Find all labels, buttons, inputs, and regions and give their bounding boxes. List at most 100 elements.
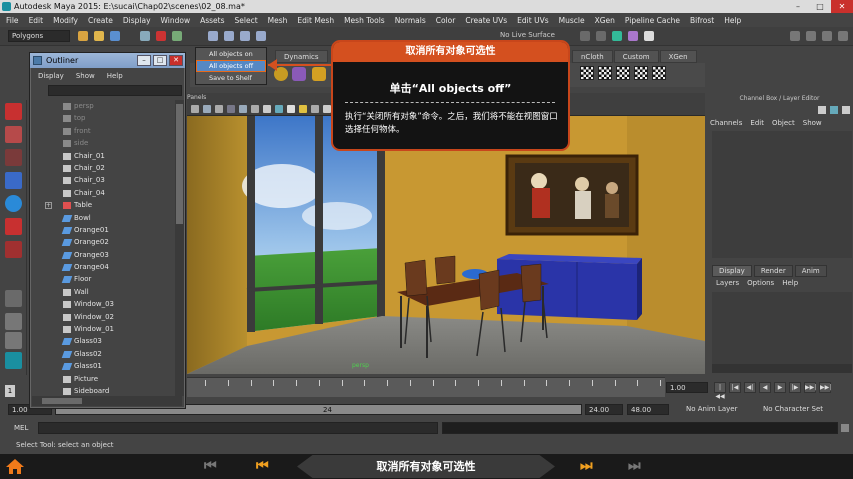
menu-edit-uvs[interactable]: Edit UVs [517,16,548,25]
snap-point-icon[interactable] [240,31,250,41]
outliner-search-field[interactable] [48,85,182,96]
viewport-tool-icon[interactable] [287,105,295,113]
playback-button[interactable]: ▶ [774,382,786,393]
last-tool-icon[interactable] [5,241,22,258]
shelf-light-icon[interactable] [312,67,326,81]
menu-edit[interactable]: Edit [29,16,44,25]
popup-item-all-objects-on[interactable]: All objects on [196,48,266,60]
menu-mesh-tools[interactable]: Mesh Tools [344,16,385,25]
menu-modify[interactable]: Modify [53,16,78,25]
paint-select-icon[interactable] [5,149,22,166]
outliner-item[interactable]: Window_02 [32,311,173,323]
viewport-tool-icon[interactable] [263,105,271,113]
popup-item-all-objects-off[interactable]: All objects off [196,60,266,72]
checker-texture-icon[interactable] [598,66,612,80]
attribute-editor-icon[interactable] [830,106,838,114]
minimize-button[interactable]: – [787,0,809,13]
outliner-item[interactable]: Floor [32,273,173,285]
move-tool-icon[interactable] [5,172,22,189]
outliner-menu-display[interactable]: Display [38,72,64,80]
current-frame-marker[interactable]: 1 [5,385,15,397]
maximize-button[interactable]: □ [809,0,831,13]
outliner-item[interactable]: Window_03 [32,298,173,310]
menu-bifrost[interactable]: Bifrost [690,16,714,25]
ipr-render-icon[interactable] [628,31,638,41]
menu-assets[interactable]: Assets [200,16,224,25]
outliner-item[interactable]: Bowl [32,212,173,224]
menu-xgen[interactable]: XGen [595,16,615,25]
two-view-icon[interactable] [5,332,22,349]
menu-select[interactable]: Select [235,16,258,25]
outliner-maximize-button[interactable]: □ [153,55,167,66]
outliner-item[interactable]: + Table [32,199,173,211]
render-settings-icon[interactable] [644,31,654,41]
menu-create-uvs[interactable]: Create UVs [465,16,507,25]
four-view-icon[interactable] [5,313,22,330]
outliner-item[interactable]: top [32,112,173,124]
layer-tab-display[interactable]: Display [712,265,752,277]
render-icon[interactable] [612,31,622,41]
anim-layer-dropdown[interactable]: No Anim Layer [686,405,737,413]
character-set-dropdown[interactable]: No Character Set [763,405,823,413]
shelf-tab-dynamics[interactable]: Dynamics [275,50,328,63]
shelf-tab-custom[interactable]: Custom [613,50,659,63]
outliner-vertical-scrollbar[interactable] [175,100,184,396]
playback-button[interactable]: ◀ [759,382,771,393]
new-scene-icon[interactable] [78,31,88,41]
outliner-item[interactable]: Chair_02 [32,162,173,174]
panels-menu[interactable]: Panels [187,93,206,103]
playback-button[interactable]: |◀◀ [714,382,726,400]
outliner-item[interactable]: front [32,125,173,137]
channel-box-menu-show[interactable]: Show [803,119,822,127]
viewport-tool-icon[interactable] [275,105,283,113]
checker-texture-icon[interactable] [652,66,666,80]
home-icon[interactable] [6,459,24,474]
command-language-label[interactable]: MEL [14,424,28,432]
viewport-tool-icon[interactable] [323,105,331,113]
outliner-item[interactable]: side [32,137,173,149]
animation-end-field[interactable]: 48.00 [627,404,669,415]
shelf-shader-icon[interactable] [292,67,306,81]
outliner-item[interactable]: Orange01 [32,224,173,236]
menu-pipeline-cache[interactable]: Pipeline Cache [625,16,680,25]
shelf-tab-xgen[interactable]: XGen [659,50,697,63]
menu-window[interactable]: Window [161,16,191,25]
menu-muscle[interactable]: Muscle [559,16,585,25]
channel-box-menu-edit[interactable]: Edit [750,119,764,127]
single-view-icon[interactable] [5,290,22,307]
outliner-item[interactable]: Orange02 [32,236,173,248]
checker-texture-icon[interactable] [634,66,648,80]
playback-button[interactable]: ◀| [744,382,756,393]
toggle-attribute-editor-icon[interactable] [806,31,816,41]
checker-texture-icon[interactable] [580,66,594,80]
toggle-channel-box-icon[interactable] [838,31,848,41]
layer-menu-help[interactable]: Help [782,279,798,287]
previous-step-icon[interactable]: ⏮ [256,459,269,473]
outliner-menu-help[interactable]: Help [107,72,123,80]
outliner-layout-icon[interactable] [5,352,22,369]
channel-box-menu-channels[interactable]: Channels [710,119,742,127]
outliner-item[interactable]: Sideboard [32,385,173,396]
menu-set-dropdown[interactable]: Polygons [8,30,70,42]
layer-tab-anim[interactable]: Anim [794,265,827,277]
outliner-horizontal-scrollbar[interactable] [32,396,182,406]
open-scene-icon[interactable] [94,31,104,41]
outliner-item[interactable]: Chair_01 [32,150,173,162]
viewport-tool-icon[interactable] [239,105,247,113]
snap-curve-icon[interactable] [224,31,234,41]
checker-texture-icon[interactable] [616,66,630,80]
layer-menu-options[interactable]: Options [747,279,774,287]
layer-menu-layers[interactable]: Layers [716,279,739,287]
outliner-item[interactable]: Orange04 [32,261,173,273]
menu-color[interactable]: Color [436,16,456,25]
layer-editor-scrollbar[interactable] [712,364,852,373]
last-step-icon[interactable]: ⏭ [628,459,641,473]
perspective-viewport[interactable] [187,116,705,374]
popup-item-save-to-shelf[interactable]: Save to Shelf [196,72,266,84]
playback-button[interactable]: |◀ [729,382,741,393]
playback-button[interactable]: ▶▶| [804,382,816,393]
outliner-item[interactable]: Window_01 [32,323,173,335]
menu-display[interactable]: Display [123,16,151,25]
lasso-tool-icon[interactable] [5,126,22,143]
live-surface-field[interactable]: No Live Surface [500,31,555,39]
